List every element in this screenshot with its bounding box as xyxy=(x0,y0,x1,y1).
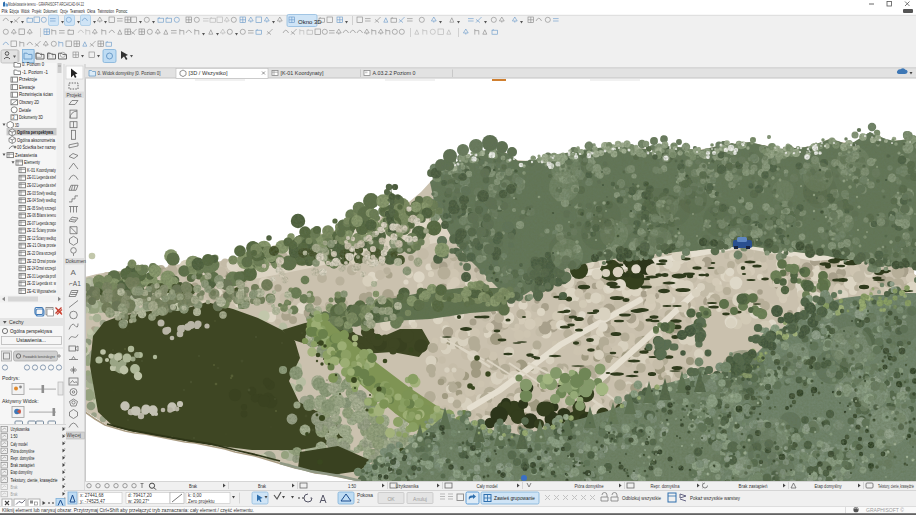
svg-text:GRAPHISOFT ©: GRAPHISOFT © xyxy=(866,507,904,513)
svg-text:Kliknij element lub narysuj ob: Kliknij element lub narysuj obszar. Przy… xyxy=(2,508,254,513)
